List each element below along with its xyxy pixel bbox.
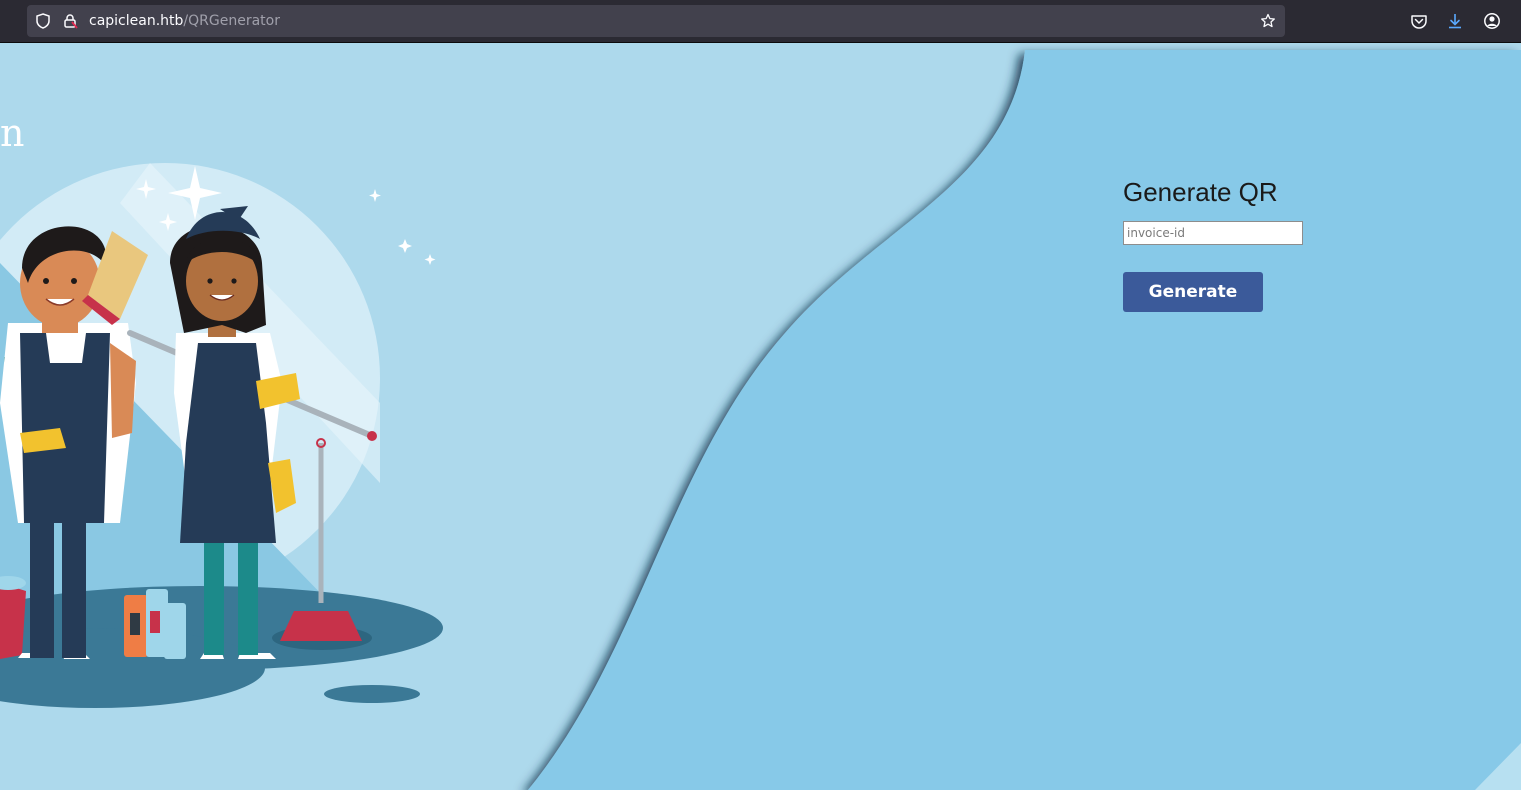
browser-toolbar: capiclean.htb/QRGenerator [0,0,1521,43]
account-icon[interactable] [1483,12,1501,30]
qr-generator-form: Generate QR Generate [1123,175,1303,312]
background-art [0,50,1521,790]
lock-icon[interactable] [62,13,78,29]
url-host: capiclean.htb [89,13,184,29]
download-icon[interactable] [1446,12,1464,30]
cleaners-illustration [0,163,443,708]
page-content: n Generate QR Generate [0,43,1521,790]
generate-button[interactable]: Generate [1123,272,1263,312]
wave-panel [528,50,1521,790]
pocket-icon[interactable] [1410,12,1428,30]
url-bar[interactable]: capiclean.htb/QRGenerator [27,5,1285,37]
invoice-id-input[interactable] [1123,221,1303,245]
url-text[interactable]: capiclean.htb/QRGenerator [89,12,280,30]
url-path: /QRGenerator [183,13,280,29]
shield-icon[interactable] [35,13,51,29]
form-title: Generate QR [1123,177,1278,207]
brand-title-fragment: n [0,111,25,155]
bookmark-star-icon[interactable] [1260,13,1276,29]
